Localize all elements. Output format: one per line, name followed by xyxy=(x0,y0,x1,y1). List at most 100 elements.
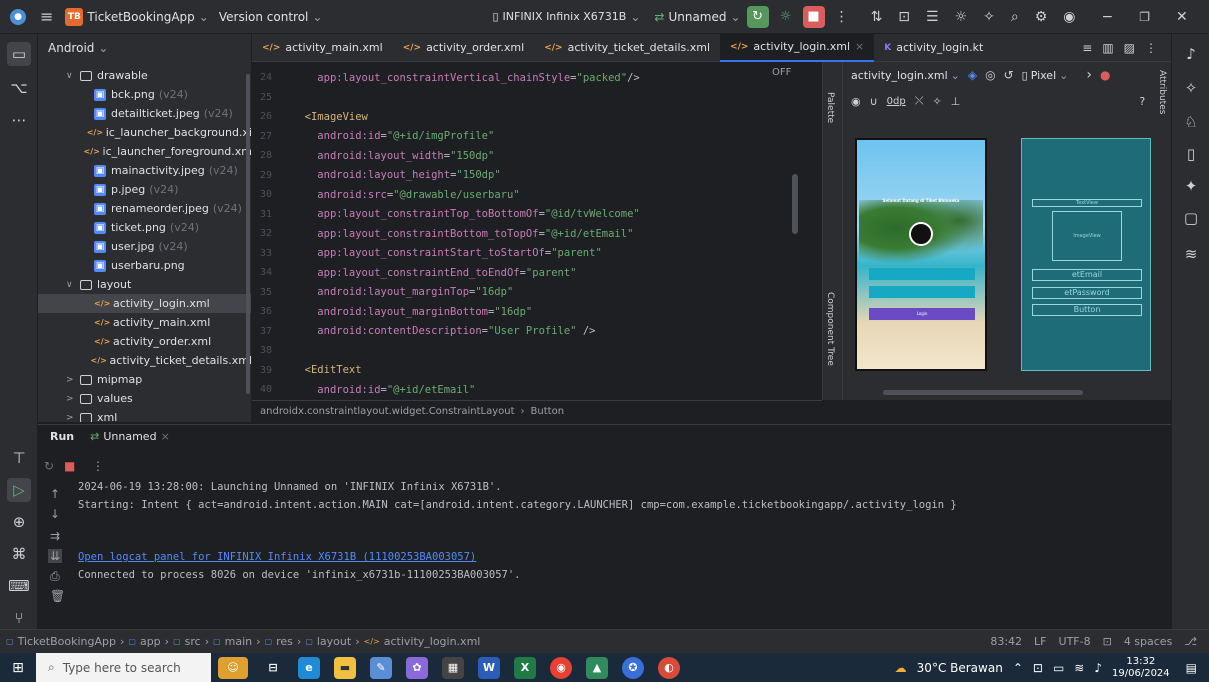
main-menu-icon[interactable]: ≡ xyxy=(40,7,53,26)
status-breadcrumb-item[interactable]: activity_login.xml xyxy=(384,635,481,648)
cortana-icon[interactable]: ☺ xyxy=(218,656,248,679)
run-config-selector[interactable]: ⇄ Unnamed ⌄ xyxy=(654,10,740,24)
device-mirroring-icon[interactable]: ≋ xyxy=(1179,242,1203,266)
logcat-icon[interactable]: ⌘ xyxy=(7,542,31,566)
device-selector[interactable]: ▯ Pixel ⌄ xyxy=(1022,69,1069,82)
editor-tab[interactable]: </> activity_order.xml xyxy=(393,34,535,62)
tree-item[interactable]: ▣ renameorder.jpeg (v24) xyxy=(38,199,251,218)
caret-position[interactable]: 83:42 xyxy=(990,635,1022,648)
default-margin[interactable]: 0dp xyxy=(887,96,906,107)
stop-button[interactable]: ■ xyxy=(802,5,825,28)
status-breadcrumb-item[interactable]: app xyxy=(140,635,161,648)
search-icon[interactable]: ⌕ xyxy=(1011,9,1019,25)
tree-item[interactable]: > values xyxy=(38,389,251,408)
design-view-icon[interactable]: ▨ xyxy=(1124,41,1135,55)
network-icon[interactable]: ⊡ xyxy=(1033,661,1043,675)
gradle-icon[interactable]: ♘ xyxy=(1179,110,1203,134)
tray-up-icon[interactable]: ⌃ xyxy=(1013,661,1023,675)
chevron-right-icon[interactable]: > xyxy=(66,413,80,423)
layout-file-selector[interactable]: activity_login.xml ⌄ xyxy=(851,69,960,82)
more-icon[interactable]: ⋮ xyxy=(92,459,104,473)
chevron-right-icon[interactable]: > xyxy=(66,375,80,385)
clear-constraints-icon[interactable]: ⤬ xyxy=(915,94,924,108)
vcs-selector[interactable]: Version control ⌄ xyxy=(219,10,323,24)
bug-icon[interactable]: ☼ xyxy=(955,9,968,25)
account-icon[interactable]: ◉ xyxy=(1063,9,1075,25)
ai-assistant-icon[interactable]: ✦ xyxy=(1179,174,1203,198)
scrollbar[interactable] xyxy=(246,74,250,394)
device-selector[interactable]: ▯ INFINIX Infinix X6731B ⌄ xyxy=(492,10,640,24)
run-tab-label[interactable]: Run xyxy=(50,430,74,443)
settings-icon[interactable]: ⚙ xyxy=(1035,9,1048,25)
night-mode-icon[interactable]: ◎ xyxy=(985,68,995,82)
notification-icon[interactable]: ▤ xyxy=(1186,661,1197,675)
console-output[interactable]: 2024-06-19 13:28:00: Launching Unnamed o… xyxy=(38,481,1138,621)
excel-icon[interactable]: X xyxy=(514,656,536,679)
project-selector[interactable]: TB TicketBookingApp ⌄ xyxy=(65,7,209,26)
editor-tab[interactable]: </> activity_main.xml xyxy=(252,34,393,62)
breadcrumb-item[interactable]: Button xyxy=(531,406,565,417)
weather-text[interactable]: 30°C Berawan xyxy=(917,661,1003,675)
layers-icon[interactable]: ◈ xyxy=(968,68,977,82)
infer-constraints-icon[interactable]: ✧ xyxy=(933,95,942,108)
guidelines-icon[interactable]: ⊥ xyxy=(951,95,961,108)
help-icon[interactable]: ? xyxy=(1139,95,1145,108)
tree-item[interactable]: ▣ userbaru.png xyxy=(38,256,251,275)
palette-strip[interactable]: Palette Component Tree xyxy=(823,62,843,400)
tree-item[interactable]: ∨ layout xyxy=(38,275,251,294)
editor-tab[interactable]: Kactivity_login.kt xyxy=(874,34,993,62)
tree-item[interactable]: > xml xyxy=(38,408,251,423)
code-area[interactable]: 24 app:layout_constraintVertical_chainSt… xyxy=(252,62,802,402)
status-breadcrumb-item[interactable]: src xyxy=(185,635,201,648)
more-icon[interactable]: ⋮ xyxy=(835,9,849,25)
app-icon[interactable]: ◐ xyxy=(658,656,680,679)
blueprint-preview[interactable]: TextView ImageView etEmail etPassword Bu… xyxy=(1021,138,1151,371)
run-config-tab[interactable]: ⇄ Unnamed × xyxy=(90,430,170,443)
indent-setting[interactable]: 4 spaces xyxy=(1124,635,1173,648)
pen-app-icon[interactable]: ✎ xyxy=(370,656,392,679)
eye-icon[interactable]: ◉ xyxy=(851,95,861,108)
sync-icon[interactable]: ⇅ xyxy=(871,9,883,25)
chevron-down-icon[interactable]: ∨ xyxy=(66,280,80,290)
weather-icon[interactable]: ☁ xyxy=(895,661,907,675)
notifications-icon[interactable]: ♪ xyxy=(1179,42,1203,66)
status-breadcrumb-item[interactable]: layout xyxy=(317,635,351,648)
rerun-button[interactable]: ↻ xyxy=(746,5,769,28)
device-manager-icon[interactable]: ⊡ xyxy=(898,9,910,25)
running-devices-icon[interactable]: ▢ xyxy=(1179,206,1203,230)
more-icon[interactable]: ⋮ xyxy=(1145,41,1157,55)
chevron-down-icon[interactable]: ∨ xyxy=(66,71,80,81)
stop-icon[interactable]: ■ xyxy=(64,459,75,473)
editor-scrollbar[interactable] xyxy=(792,174,798,234)
rerun-icon[interactable]: ↻ xyxy=(44,459,54,473)
android-studio-icon[interactable]: ● xyxy=(10,8,26,25)
gemini-icon[interactable]: ✧ xyxy=(1179,76,1203,100)
device-manager-icon[interactable]: ▯ xyxy=(1179,142,1203,166)
tree-item[interactable]: </> activity_order.xml xyxy=(38,332,251,351)
debug-button[interactable]: ☼ xyxy=(775,6,797,28)
tree-item[interactable]: ∨ drawable xyxy=(38,66,251,85)
sdk-icon[interactable]: ☰ xyxy=(926,9,939,25)
android-studio-icon[interactable]: ▲ xyxy=(586,656,608,679)
task-view-icon[interactable]: ⊟ xyxy=(262,657,284,679)
close-icon[interactable]: × xyxy=(161,430,170,443)
tree-item[interactable]: > mipmap xyxy=(38,370,251,389)
tree-item[interactable]: ▣ user.jpg (v24) xyxy=(38,237,251,256)
status-breadcrumb-item[interactable]: main xyxy=(225,635,252,648)
app-inspection-icon[interactable]: ⊕ xyxy=(7,510,31,534)
line-ending[interactable]: LF xyxy=(1034,635,1046,648)
start-icon[interactable]: ⊞ xyxy=(0,653,36,682)
minimize-icon[interactable]: − xyxy=(1102,9,1114,25)
word-icon[interactable]: W xyxy=(478,656,500,679)
browser-icon[interactable]: ✪ xyxy=(622,656,644,679)
chevron-right-icon[interactable]: > xyxy=(66,394,80,404)
git-icon[interactable]: ⑂ xyxy=(7,606,31,630)
tree-item[interactable]: </> ic_launcher_foreground.xm xyxy=(38,142,251,161)
console-line[interactable]: Open logcat panel for INFINIX Infinix X6… xyxy=(78,551,476,563)
build-variants-icon[interactable]: ⊤ xyxy=(7,446,31,470)
project-view-selector[interactable]: Android ⌄ xyxy=(48,41,108,55)
tree-item[interactable]: </> activity_main.xml xyxy=(38,313,251,332)
volume-icon[interactable]: ♪ xyxy=(1094,661,1102,675)
editor-tab[interactable]: </> activity_login.xml × xyxy=(720,33,875,62)
orientation-icon[interactable]: ↺ xyxy=(1004,68,1014,82)
